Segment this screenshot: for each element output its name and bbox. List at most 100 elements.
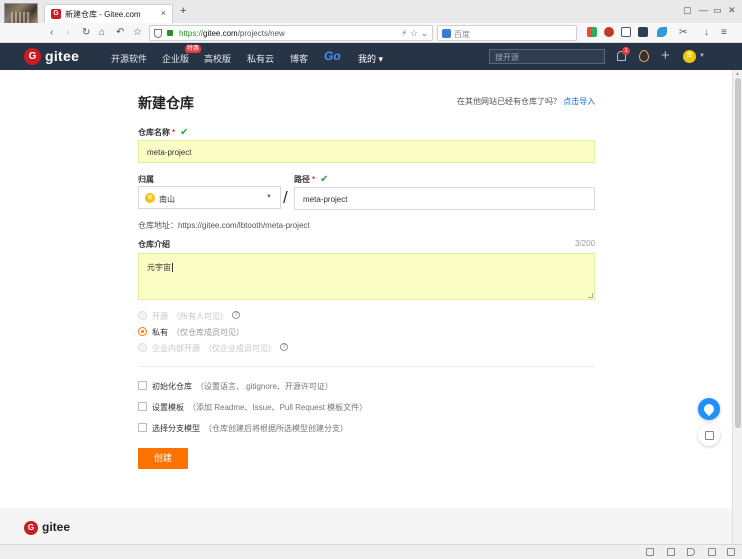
- shield-icon: [154, 29, 162, 38]
- check-icon: ✔: [180, 127, 189, 138]
- scroll-up-icon[interactable]: ▲: [735, 71, 740, 77]
- check-icon: ✔: [320, 174, 329, 185]
- page-footer: G gitee: [0, 508, 732, 544]
- repo-name-value[interactable]: meta-project: [147, 148, 191, 157]
- browser-tab-active[interactable]: G 新建仓库 - Gitee.com ×: [44, 4, 173, 23]
- window-maximize-button[interactable]: ▭: [713, 5, 722, 16]
- extension-dark-icon[interactable]: [638, 27, 648, 37]
- scissors-icon[interactable]: ✂: [679, 27, 687, 39]
- gitee-logo-icon[interactable]: G: [24, 48, 41, 65]
- radio-icon[interactable]: [138, 343, 147, 352]
- avatar[interactable]: 南: [683, 50, 696, 63]
- feedback-bubble-icon[interactable]: [698, 398, 720, 420]
- nav-mine-dropdown[interactable]: 我的 ▾: [358, 52, 383, 65]
- intro-value[interactable]: 元宇宙: [147, 262, 173, 273]
- menu-icon[interactable]: ≡: [721, 27, 727, 39]
- tab-title: 新建仓库 - Gitee.com: [65, 10, 141, 19]
- bird-extension-icon[interactable]: [657, 27, 667, 37]
- nav-private-cloud[interactable]: 私有云: [247, 52, 274, 65]
- radio-icon[interactable]: [138, 311, 147, 320]
- notification-count-badge: 1: [622, 47, 630, 55]
- import-hint: 在其他网站已经有仓库了吗？ 点击导入: [457, 96, 595, 107]
- nav-blog[interactable]: 博客: [290, 52, 308, 65]
- path-input[interactable]: meta-project: [294, 187, 595, 210]
- checkbox-icon[interactable]: [138, 381, 147, 390]
- site-search-placeholder: 搜开源: [495, 53, 519, 62]
- window-icon[interactable]: [646, 548, 654, 556]
- copy-icon[interactable]: [708, 548, 716, 556]
- edit-feedback-icon[interactable]: [698, 424, 720, 446]
- nav-education[interactable]: 高校版: [204, 52, 231, 65]
- screenshot-icon[interactable]: [621, 27, 631, 37]
- pin-icon[interactable]: [626, 548, 634, 556]
- download-icon[interactable]: ↓: [704, 27, 709, 39]
- address-actions-icon[interactable]: ⚡ ☆ ⌄: [401, 28, 428, 39]
- checkbox-icon[interactable]: [138, 402, 147, 411]
- chevron-down-icon[interactable]: ▼: [699, 53, 705, 59]
- vertical-scrollbar[interactable]: ▲: [732, 70, 742, 544]
- tab-close-icon[interactable]: ×: [161, 8, 166, 18]
- browser-status-bar: [0, 544, 742, 559]
- bookmark-star-icon[interactable]: ☆: [133, 27, 142, 39]
- enterprise-promo-badge: 特惠: [185, 45, 202, 53]
- intro-textarea[interactable]: 元宇宙: [138, 253, 595, 300]
- checkbox-icon[interactable]: [138, 423, 147, 432]
- home-icon[interactable]: ⌂: [99, 27, 105, 39]
- forward-icon[interactable]: ›: [66, 27, 69, 39]
- address-bar[interactable]: https://gitee.com/projects/new ⚡ ☆ ⌄: [149, 25, 433, 41]
- resize-handle-icon[interactable]: [588, 293, 593, 298]
- footer-brand: gitee: [42, 520, 71, 534]
- browser-tab-bar: G 新建仓库 - Gitee.com × + ▢ — ▭ ✕: [0, 0, 742, 37]
- gitee-logo-icon: G: [24, 521, 38, 535]
- speaker-icon[interactable]: [687, 548, 695, 556]
- trash-icon[interactable]: [667, 548, 675, 556]
- window-minimize-button[interactable]: —: [699, 5, 708, 15]
- chevron-down-icon: ▼: [266, 194, 272, 200]
- baidu-icon: [442, 29, 451, 38]
- window-close-button[interactable]: ✕: [728, 5, 736, 16]
- import-link[interactable]: 点击导入: [563, 97, 595, 106]
- help-icon[interactable]: ?: [280, 343, 288, 351]
- lock-icon: [167, 30, 173, 36]
- reload-icon[interactable]: ↻: [82, 27, 90, 39]
- browser-search-placeholder: 百度: [454, 30, 470, 39]
- path-separator: /: [283, 188, 288, 207]
- scrollbar-thumb[interactable]: [735, 78, 741, 428]
- browser-toolbar: ‹ › ↻ ⌂ ↶ ☆ https://gitee.com/projects/n…: [0, 23, 742, 43]
- site-search-input[interactable]: 搜开源: [489, 49, 605, 64]
- create-button[interactable]: 创建: [138, 448, 188, 469]
- browser-search-box[interactable]: 百度: [437, 25, 577, 41]
- import-hint-text: 在其他网站已经有仓库了吗？: [457, 97, 561, 106]
- repo-name-input[interactable]: meta-project: [138, 140, 595, 163]
- nav-go[interactable]: Go: [324, 49, 341, 63]
- back-icon[interactable]: ‹: [50, 27, 53, 39]
- window-pin-icon[interactable]: ▢: [683, 5, 692, 16]
- path-value[interactable]: meta-project: [303, 195, 347, 204]
- nav-open-source[interactable]: 开源软件: [111, 52, 147, 65]
- repo-address-value: https://gitee.com/lbtooth/meta-project: [178, 221, 310, 230]
- page-title: 新建仓库: [138, 95, 194, 111]
- gitee-header: G gitee 开源软件 企业版 特惠 高校版 私有云 博客 Go 我的 ▾ 搜…: [0, 43, 742, 70]
- radio-selected-icon[interactable]: [138, 327, 147, 336]
- gitee-favicon-icon: G: [51, 9, 61, 19]
- required-mark: *: [312, 175, 316, 184]
- path-label: 路径 * ✔: [294, 174, 329, 185]
- zoom-icon[interactable]: [727, 548, 735, 556]
- plus-icon[interactable]: +: [661, 47, 670, 64]
- gitee-brand[interactable]: gitee: [45, 48, 79, 64]
- help-icon[interactable]: ?: [232, 311, 240, 319]
- address-url[interactable]: https://gitee.com/projects/new: [179, 29, 285, 38]
- location-pin-icon[interactable]: [639, 50, 649, 62]
- apps-icon[interactable]: [587, 27, 597, 37]
- owner-select[interactable]: 南 南山 ▼: [138, 186, 281, 209]
- intro-label: 仓库介绍: [138, 240, 170, 249]
- extension-red-icon[interactable]: [604, 27, 614, 37]
- intro-char-counter: 3/200: [575, 239, 596, 248]
- nav-enterprise[interactable]: 企业版: [162, 52, 189, 65]
- divider: [138, 366, 595, 367]
- owner-label: 归属: [138, 175, 154, 184]
- undo-icon[interactable]: ↶: [116, 27, 124, 39]
- repo-address: 仓库地址：https://gitee.com/lbtooth/meta-proj…: [138, 221, 310, 230]
- new-tab-button[interactable]: +: [180, 6, 186, 17]
- new-repo-page: 新建仓库 在其他网站已经有仓库了吗？ 点击导入 仓库名称 * ✔ meta-proj…: [0, 70, 732, 508]
